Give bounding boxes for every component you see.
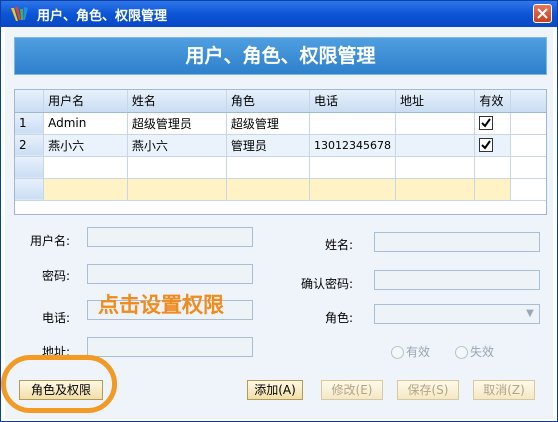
edit-button[interactable]: 修改(E) bbox=[321, 380, 383, 400]
radio-circle-icon bbox=[455, 346, 468, 359]
cell-name[interactable]: 燕小六 bbox=[127, 134, 227, 157]
cell-username[interactable]: Admin bbox=[43, 112, 128, 135]
app-logo-icon bbox=[11, 7, 28, 21]
password-label: 密码: bbox=[42, 269, 71, 283]
radio-valid-label: 有效 bbox=[406, 345, 431, 359]
username-field[interactable] bbox=[87, 227, 253, 247]
name-label: 姓名: bbox=[325, 238, 354, 252]
cell-address[interactable] bbox=[395, 134, 476, 157]
confirm-password-label: 确认密码: bbox=[301, 277, 354, 291]
radio-invalid-label: 失效 bbox=[470, 345, 495, 359]
annotation-text: 点击设置权限 bbox=[98, 293, 224, 317]
radio-circle-icon bbox=[391, 346, 404, 359]
close-button[interactable] bbox=[533, 4, 552, 23]
new-row[interactable] bbox=[15, 178, 546, 201]
dialog-window: 用户、角色、权限管理 用户、角色、权限管理 用户名 姓名 角色 电话 地址 有效 bbox=[0, 0, 558, 422]
cell-phone[interactable]: 13012345678 bbox=[309, 134, 396, 157]
page-title: 用户、角色、权限管理 bbox=[14, 37, 547, 75]
column-header-valid[interactable]: 有效 bbox=[474, 90, 512, 113]
user-grid[interactable]: 用户名 姓名 角色 电话 地址 有效 1 Admin 超级管理员 超级管理 2 … bbox=[14, 89, 547, 215]
valid-checkbox[interactable] bbox=[479, 138, 494, 153]
column-header-address[interactable]: 地址 bbox=[395, 90, 476, 113]
confirm-password-field[interactable] bbox=[374, 270, 540, 290]
username-label: 用户名: bbox=[30, 234, 71, 248]
checkmark-icon bbox=[481, 140, 492, 150]
radio-invalid[interactable]: 失效 bbox=[455, 343, 494, 360]
cancel-button[interactable]: 取消(Z) bbox=[473, 380, 535, 400]
phone-label: 电话: bbox=[42, 311, 71, 325]
highlight-ring bbox=[1, 355, 117, 413]
save-button[interactable]: 保存(S) bbox=[397, 380, 459, 400]
valid-checkbox[interactable] bbox=[479, 116, 494, 131]
cell-phone[interactable] bbox=[309, 112, 396, 135]
checkmark-icon bbox=[481, 118, 492, 128]
table-row[interactable]: 1 Admin 超级管理员 超级管理 bbox=[15, 112, 546, 135]
cell-role[interactable]: 管理员 bbox=[226, 134, 310, 157]
role-label: 角色: bbox=[325, 311, 354, 325]
grid-corner bbox=[15, 90, 45, 113]
column-header-name[interactable]: 姓名 bbox=[127, 90, 227, 113]
address-field[interactable] bbox=[87, 337, 253, 357]
table-row[interactable]: 2 燕小六 燕小六 管理员 13012345678 bbox=[15, 134, 546, 157]
name-field[interactable] bbox=[374, 232, 540, 252]
cell-address[interactable] bbox=[395, 112, 476, 135]
row-number: 2 bbox=[15, 134, 45, 157]
window-title: 用户、角色、权限管理 bbox=[37, 9, 168, 24]
column-header-username[interactable]: 用户名 bbox=[43, 90, 128, 113]
chevron-down-icon[interactable]: ▼ bbox=[522, 306, 538, 322]
password-field[interactable] bbox=[87, 264, 253, 284]
cell-role[interactable]: 超级管理 bbox=[226, 112, 310, 135]
cell-name[interactable]: 超级管理员 bbox=[127, 112, 227, 135]
column-header-role[interactable]: 角色 bbox=[226, 90, 310, 113]
row-number: 1 bbox=[15, 112, 45, 135]
title-bar[interactable]: 用户、角色、权限管理 bbox=[1, 1, 557, 27]
cell-valid[interactable] bbox=[474, 134, 512, 157]
cell-valid[interactable] bbox=[474, 112, 512, 135]
cell-username[interactable]: 燕小六 bbox=[43, 134, 128, 157]
radio-valid[interactable]: 有效 bbox=[391, 343, 430, 360]
add-button[interactable]: 添加(A) bbox=[247, 380, 303, 400]
table-row-empty[interactable] bbox=[15, 156, 546, 179]
column-header-phone[interactable]: 电话 bbox=[309, 90, 396, 113]
role-select[interactable]: ▼ bbox=[374, 304, 540, 324]
close-icon bbox=[537, 8, 548, 19]
